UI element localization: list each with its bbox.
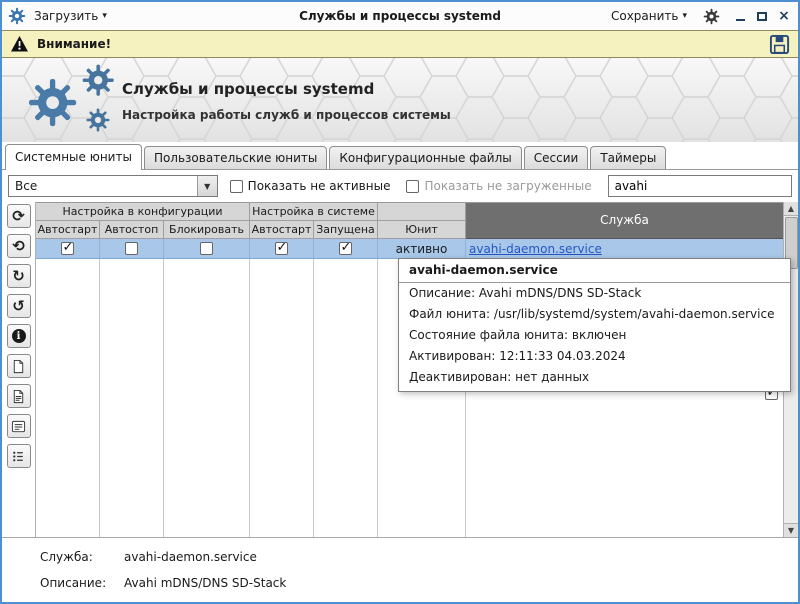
tab-timers[interactable]: Таймеры [590,146,666,169]
column-header-service[interactable]: Служба [466,203,783,239]
unit-type-dropdown[interactable]: Все ▼ [8,175,218,197]
file-icon [11,359,26,374]
journal-button[interactable] [7,414,31,438]
maximize-button[interactable] [754,8,770,24]
minimize-button[interactable] [732,8,748,24]
dropdown-value: Все [9,179,197,193]
tab-sessions[interactable]: Сессии [524,146,589,169]
chevron-down-icon: ▾ [102,11,107,21]
scroll-up-button[interactable]: ▲ [784,202,799,216]
tooltip-activated: Активирован: 12:11:33 04.03.2024 [399,346,790,367]
list-icon [11,449,26,464]
tab-bar: Системные юниты Пользовательские юниты К… [2,142,798,169]
close-button[interactable]: × [776,8,792,24]
show-inactive-checkbox[interactable]: Показать не активные [230,179,391,193]
group-header-empty [378,203,466,221]
load-menu-button[interactable]: Загрузить ▾ [26,6,115,26]
scroll-down-button[interactable]: ▼ [784,523,799,537]
window-controls: × [732,8,792,24]
description-value: Avahi mDNS/DNS SD-Stack [124,574,286,592]
left-toolbar: ⟳ ⟲ ↻ ↺ i [2,202,35,537]
show-unloaded-checkbox[interactable]: Показать не загруженные [406,179,591,193]
save-file-icon[interactable] [769,34,790,55]
tooltip-deactivated: Деактивирован: нет данных [399,367,790,391]
revert-button[interactable]: ↺ [7,294,31,318]
tab-user-units[interactable]: Пользовательские юниты [144,146,327,169]
table-row[interactable]: активно avahi-daemon.service [36,239,783,259]
filter-row: Все ▼ Показать не активные Показать не з… [2,170,798,202]
daemon-reload-button[interactable]: ⟲ [7,234,31,258]
page-subtitle: Настройка работы служб и процессов систе… [122,108,451,122]
save-menu-button[interactable]: Сохранить ▾ [603,6,695,26]
autostart-system-checkbox[interactable] [275,242,288,255]
settings-gear-icon[interactable] [703,8,720,25]
refresh-icon: ⟳ [12,207,25,225]
service-tooltip: avahi-daemon.service Описание: Avahi mDN… [398,258,791,392]
column-header-autostart-system[interactable]: Автостарт [250,221,314,239]
autostop-checkbox[interactable] [125,242,138,255]
column-header-running[interactable]: Запущена [314,221,378,239]
app-window: Загрузить ▾ Службы и процессы systemd Со… [0,0,800,604]
unit-file-button[interactable] [7,354,31,378]
service-value: avahi-daemon.service [124,548,257,566]
restart-icon: ↻ [12,267,25,285]
tooltip-title: avahi-daemon.service [399,259,790,283]
autostart-config-checkbox[interactable] [61,242,74,255]
column-header-autostart-config[interactable]: Автостарт [36,221,100,239]
column-header-block[interactable]: Блокировать [164,221,250,239]
tooltip-description: Описание: Avahi mDNS/DNS SD-Stack [399,283,790,304]
save-menu-label: Сохранить [611,9,679,23]
dependencies-button[interactable] [7,444,31,468]
titlebar: Загрузить ▾ Службы и процессы systemd Со… [2,2,798,30]
tooltip-unit-file-state: Состояние файла юнита: включен [399,325,790,346]
restart-button[interactable]: ↻ [7,264,31,288]
edit-unit-button[interactable] [7,384,31,408]
warning-icon [10,35,29,53]
warning-text: Внимание! [37,37,111,51]
tab-system-units[interactable]: Системные юниты [5,144,142,170]
warning-bar: Внимание! [2,30,798,58]
info-button[interactable]: i [7,324,31,348]
status-panel: Служба: avahi-daemon.service Описание: A… [2,538,798,600]
header-banner: Службы и процессы systemd Настройка рабо… [2,58,798,142]
show-inactive-label: Показать не активные [248,179,391,193]
journal-icon [11,419,26,434]
unit-state: активно [378,239,466,258]
load-menu-label: Загрузить [34,9,98,23]
chevron-down-icon: ▾ [682,11,687,21]
page-title: Службы и процессы systemd [122,80,374,98]
hexagon-pattern [2,58,798,142]
service-link[interactable]: avahi-daemon.service [469,242,602,256]
tab-config-files[interactable]: Конфигурационные файлы [329,146,521,169]
table-header: Настройка в конфигурации Автостарт Автос… [36,202,783,239]
refresh-button[interactable]: ⟳ [7,204,31,228]
reload-icon: ⟲ [12,237,25,255]
chevron-down-icon: ▼ [204,182,210,191]
checkbox-icon [406,180,419,193]
column-header-autostop[interactable]: Автостоп [100,221,164,239]
column-header-unit[interactable]: Юнит [378,221,466,239]
maximize-icon [757,12,767,21]
group-header-config: Настройка в конфигурации [36,203,250,221]
checkbox-icon [230,180,243,193]
undo-icon: ↺ [12,297,25,315]
gears-logo [24,64,120,138]
dropdown-arrow-button[interactable]: ▼ [197,176,217,196]
block-checkbox[interactable] [200,242,213,255]
running-checkbox[interactable] [339,242,352,255]
search-input[interactable] [608,175,792,197]
group-header-system: Настройка в системе [250,203,378,221]
tooltip-unit-file: Файл юнита: /usr/lib/systemd/system/avah… [399,304,790,325]
file-text-icon [11,389,26,404]
show-unloaded-label: Показать не загруженные [424,179,591,193]
description-label: Описание: [40,574,124,592]
info-icon: i [12,329,26,343]
minimize-icon [736,19,745,21]
app-gear-icon [8,7,26,25]
service-label: Служба: [40,548,124,566]
